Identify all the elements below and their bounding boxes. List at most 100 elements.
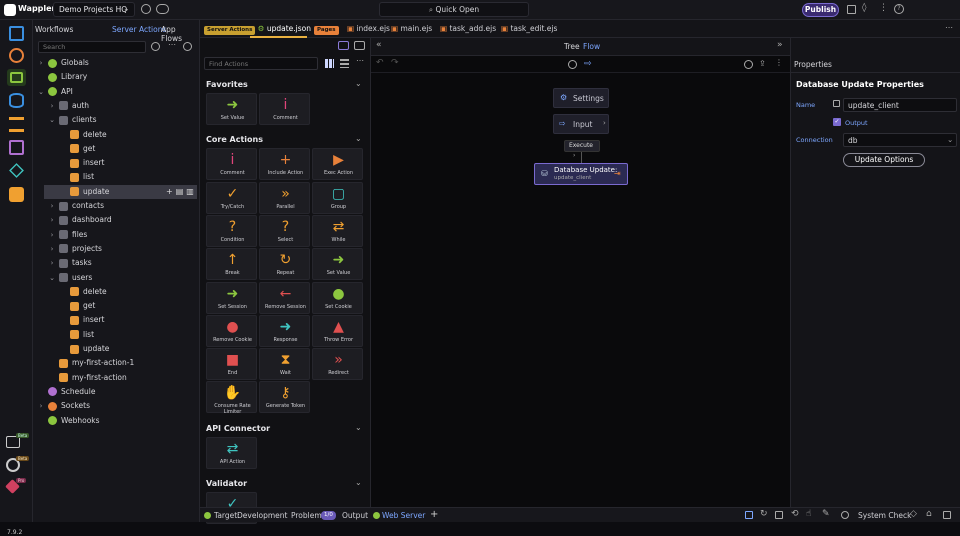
action-tile[interactable]: i Comment	[259, 93, 310, 125]
database-icon[interactable]	[9, 93, 24, 108]
robot-icon[interactable]	[9, 187, 24, 202]
export-icon[interactable]: ⇨	[584, 59, 592, 69]
action-tile[interactable]: ↻ Repeat	[259, 248, 310, 281]
collapse-left-icon[interactable]: «	[376, 40, 382, 50]
tree-item[interactable]: › projects	[33, 242, 200, 256]
panel-icon[interactable]	[943, 511, 951, 519]
layout-icon[interactable]	[847, 5, 856, 14]
sync-icon[interactable]: ⟲	[791, 509, 799, 519]
add-icon[interactable]: +	[166, 187, 173, 196]
system-check-button[interactable]: System Check	[858, 511, 911, 520]
tree-item[interactable]: › dashboard	[33, 213, 200, 227]
view-flow-toggle[interactable]: Flow	[583, 42, 600, 51]
cloud-icon[interactable]	[156, 4, 169, 14]
tree-item[interactable]: insert	[33, 156, 200, 170]
tree-item[interactable]: › Globals	[33, 56, 200, 70]
tab-task-edit-ejs[interactable]: ▣ task_edit.ejs	[501, 20, 557, 38]
chevron-right-icon[interactable]: ›	[48, 242, 56, 256]
action-tile[interactable]: ● Set Cookie	[312, 281, 363, 314]
connection-select[interactable]: db ⌄	[843, 133, 957, 147]
undo-icon[interactable]: ↶	[376, 58, 384, 68]
action-tile[interactable]: ← Remove Session	[259, 281, 310, 314]
tree-item[interactable]: delete	[33, 128, 200, 142]
section-title[interactable]: API Connector	[206, 424, 270, 433]
tree-item[interactable]: › tasks	[33, 256, 200, 270]
view-tree-toggle[interactable]: Tree	[564, 42, 580, 51]
action-tile[interactable]: ➜ Set Value	[312, 248, 363, 281]
name-input[interactable]: update_client	[843, 98, 957, 112]
home-icon[interactable]: ⌂	[926, 509, 932, 519]
tree-item[interactable]: update + ▤ ▥	[44, 184, 197, 199]
quick-open-input[interactable]: ⌕ Quick Open	[379, 2, 529, 17]
action-tile[interactable]: » Parallel	[259, 181, 310, 214]
tree-item[interactable]: › contacts	[33, 199, 200, 213]
tab-app-flows[interactable]: App Flows	[161, 25, 199, 43]
square-icon[interactable]	[745, 511, 753, 519]
actions-more-icon[interactable]: ⋯	[356, 56, 364, 65]
info-icon[interactable]	[744, 60, 753, 69]
canvas-more-icon[interactable]: ⋮	[775, 58, 783, 67]
collapse-right-icon[interactable]: »	[777, 40, 783, 50]
action-tile[interactable]: ⇄ While	[312, 214, 363, 247]
action-tile[interactable]: + Include Action	[259, 148, 310, 181]
more-vertical-icon[interactable]: ⋮	[879, 3, 888, 13]
action-tile[interactable]: ▶ Exec Action	[312, 148, 363, 181]
action-tile[interactable]: ? Select	[259, 214, 310, 247]
tree-item[interactable]: › auth	[33, 99, 200, 113]
search-input[interactable]: Search	[38, 41, 146, 53]
update-options-button[interactable]: Update Options	[843, 153, 925, 167]
tree-item[interactable]: delete	[33, 285, 200, 299]
tree-item[interactable]: ⌄ clients	[33, 113, 200, 127]
action-tile[interactable]: ↑ Break	[206, 248, 257, 281]
tree-item[interactable]: Webhooks	[33, 414, 200, 428]
tree-item[interactable]: get	[33, 299, 200, 313]
drop-icon[interactable]: ◊	[862, 3, 866, 13]
output-checkbox[interactable]: ✓	[833, 118, 841, 126]
action-tile[interactable]: ✓ Try/Catch	[206, 181, 257, 214]
tree-item[interactable]: ⌄ API	[33, 85, 200, 99]
chevron-down-icon[interactable]: ⌄	[48, 113, 56, 127]
section-title[interactable]: Validator	[206, 479, 247, 488]
settings-icon[interactable]	[151, 42, 160, 51]
refresh-icon[interactable]: ↻	[760, 509, 768, 519]
thumbs-up-icon[interactable]: ☝	[806, 509, 811, 519]
chevron-down-icon[interactable]: ⌄	[355, 478, 362, 487]
tree-item[interactable]: Schedule	[33, 385, 200, 399]
folder-add-icon[interactable]: ▤	[176, 187, 184, 196]
chevron-right-icon[interactable]: ›	[48, 228, 56, 242]
chevron-down-icon[interactable]: ⌄	[355, 134, 362, 143]
help-icon[interactable]: ?	[894, 4, 904, 14]
chevron-right-icon[interactable]: ›	[48, 99, 56, 113]
layers-icon[interactable]	[9, 163, 24, 178]
resources-icon[interactable]	[9, 117, 24, 132]
action-tile[interactable]: ● Remove Cookie	[206, 314, 257, 347]
chevron-right-icon[interactable]: ›	[37, 399, 45, 413]
edit-icon[interactable]: ✎	[822, 509, 830, 519]
workflows-icon[interactable]	[9, 48, 24, 63]
chevron-down-icon[interactable]: ⌄	[48, 271, 56, 285]
chevron-down-icon[interactable]: ⌄	[37, 85, 45, 99]
input-node[interactable]: ⇨ Input ›	[553, 114, 609, 134]
tab-server-actions[interactable]: Server Actions	[112, 25, 166, 34]
tab-workflows[interactable]: Workflows	[35, 25, 73, 34]
tree-item[interactable]: list	[33, 170, 200, 184]
tree-item[interactable]: Library	[33, 70, 200, 84]
project-select[interactable]: Demo Projects HQ ⌄	[53, 2, 135, 17]
tree-item[interactable]: › Sockets	[33, 399, 200, 413]
tree-item[interactable]: insert	[33, 313, 200, 327]
delete-icon[interactable]: ▥	[186, 187, 194, 196]
action-tile[interactable]: ➜ Set Value	[206, 93, 257, 125]
database-server-icon[interactable]	[354, 41, 365, 50]
chevron-down-icon[interactable]: ⌄	[355, 79, 362, 88]
chevron-right-icon[interactable]: ›	[48, 199, 56, 213]
eraser-icon[interactable]: ◇	[910, 509, 917, 519]
chevron-right-icon[interactable]: ›	[48, 256, 56, 270]
action-tile[interactable]: ➜ Response	[259, 314, 310, 347]
web-server-tab[interactable]: Web Server	[382, 511, 425, 520]
tree-item[interactable]: my-first-action	[33, 371, 200, 385]
execute-node[interactable]: Execute ›	[564, 140, 600, 159]
add-icon[interactable]: +	[430, 509, 438, 520]
action-tile[interactable]: ▢ Group	[312, 181, 363, 214]
action-tile[interactable]: ? Condition	[206, 214, 257, 247]
action-tile[interactable]: ⧗ Wait	[259, 348, 310, 381]
